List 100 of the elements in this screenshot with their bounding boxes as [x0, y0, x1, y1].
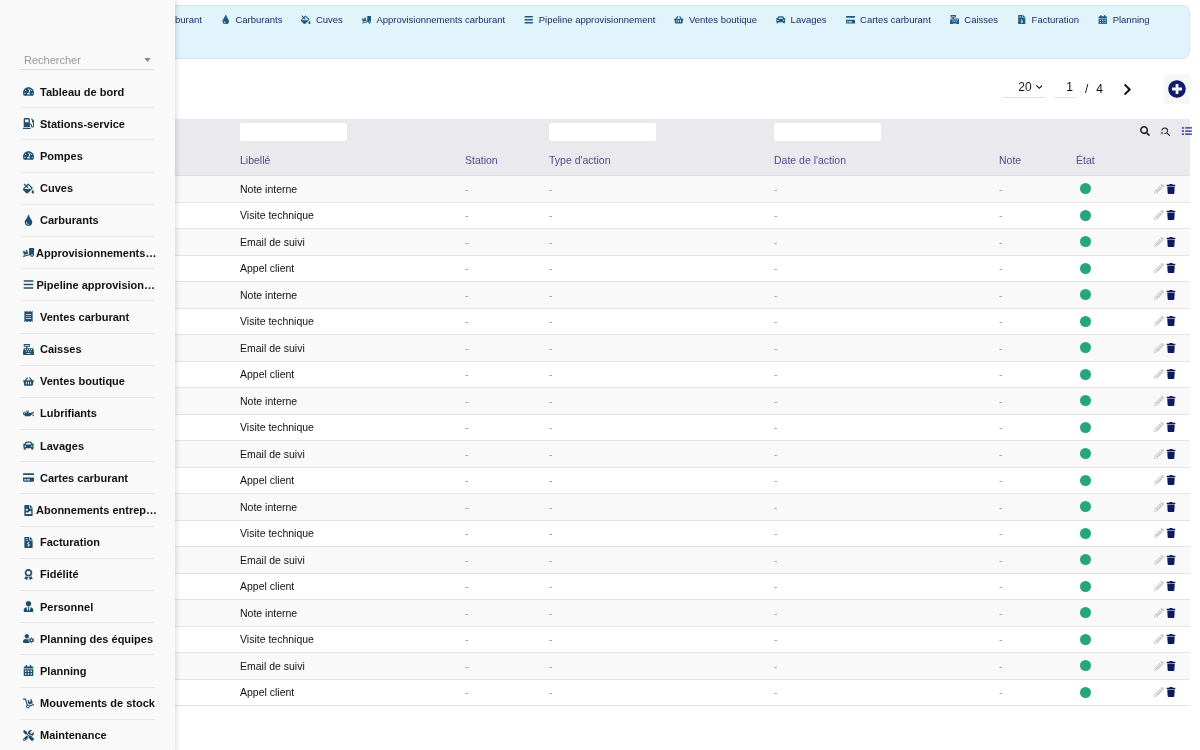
- table-cell-text: -: [774, 421, 779, 434]
- nav-link[interactable]: Facturation: [1017, 14, 1080, 25]
- trash-icon[interactable]: [1166, 395, 1176, 406]
- sidebar-item[interactable]: Tableau de bord: [20, 76, 155, 109]
- table-cell-text: -: [465, 553, 470, 566]
- status-dot: [1080, 554, 1091, 566]
- sidebar-item[interactable]: Caisses: [20, 333, 155, 366]
- nav-link[interactable]: Pipeline approvisionnement: [524, 14, 656, 25]
- sidebar-item[interactable]: Lubrifiants: [20, 397, 155, 431]
- table-cell-text: -: [465, 474, 470, 487]
- trash-icon[interactable]: [1166, 660, 1176, 671]
- sidebar-item[interactable]: Lavages: [20, 430, 155, 463]
- table-cell-text: Note interne: [240, 500, 299, 513]
- trash-icon[interactable]: [1166, 342, 1176, 353]
- trash-icon[interactable]: [1166, 581, 1176, 592]
- status-dot: [1080, 580, 1091, 592]
- trash-icon[interactable]: [1166, 422, 1176, 433]
- trash-icon[interactable]: [1166, 316, 1176, 327]
- trash-icon[interactable]: [1166, 448, 1176, 459]
- page-input[interactable]: 1: [1054, 80, 1077, 98]
- sidebar-item[interactable]: Pompes: [20, 140, 155, 173]
- table-cell-text: -: [999, 500, 1004, 513]
- sidebar-item[interactable]: Abonnements entrep…: [20, 494, 155, 527]
- search-off-icon[interactable]: [1160, 126, 1172, 138]
- sidebar-item[interactable]: Fidélité: [20, 558, 155, 591]
- trash-icon[interactable]: [1166, 475, 1176, 486]
- table-cell-text: Visite technique: [240, 315, 315, 328]
- trash-icon[interactable]: [1166, 501, 1176, 512]
- trash-icon[interactable]: [1166, 607, 1176, 618]
- table-cell-text: -: [549, 474, 554, 487]
- table-cell-text: -: [549, 209, 554, 222]
- table-cell-text: Appel client: [240, 580, 296, 593]
- nav-link[interactable]: Approvisionnements carburant: [361, 14, 506, 25]
- table-cell-text: -: [774, 447, 779, 460]
- column-header[interactable]: Note: [999, 154, 1076, 166]
- sidebar-item[interactable]: Planning: [20, 655, 155, 688]
- table-cell-text: -: [774, 686, 779, 699]
- menu-icon: [23, 279, 35, 291]
- sidebar-item[interactable]: Planning des équipes: [20, 623, 155, 656]
- table-cell-text: -: [549, 315, 554, 328]
- trash-icon[interactable]: [1166, 369, 1176, 380]
- sidebar-item[interactable]: Personnel: [20, 591, 155, 624]
- table-cell-text: -: [999, 394, 1004, 407]
- sidebar-item[interactable]: Carburants: [20, 204, 155, 237]
- status-dot: [1080, 660, 1091, 672]
- trash-icon[interactable]: [1166, 183, 1176, 194]
- nav-link[interactable]: Ventes boutique: [674, 14, 758, 25]
- trash-icon[interactable]: [1166, 634, 1176, 645]
- nav-link[interactable]: burant: [175, 14, 202, 25]
- page-size-select[interactable]: 20: [1002, 80, 1047, 98]
- sidebar-item[interactable]: Ventes carburant: [20, 301, 155, 334]
- column-header[interactable]: Type d'action: [549, 154, 774, 166]
- nav-link[interactable]: Caisses: [949, 14, 999, 25]
- sidebar-item[interactable]: Mouvements de stock: [20, 687, 155, 720]
- caret-icon: [144, 58, 151, 62]
- table-cell-text: -: [465, 394, 470, 407]
- trash-icon[interactable]: [1166, 687, 1176, 698]
- sidebar-item[interactable]: Stations-service: [20, 108, 155, 141]
- table-cell-text: -: [774, 553, 779, 566]
- table-cell-text: Email de suivi: [240, 659, 306, 672]
- sidebar-item[interactable]: Ventes boutique: [20, 365, 155, 398]
- column-header[interactable]: Date de l'action: [774, 154, 999, 166]
- table-cell-text: -: [774, 315, 779, 328]
- trash-icon[interactable]: [1166, 210, 1176, 221]
- sidebar-item[interactable]: Approvisionnements…: [20, 236, 155, 270]
- trash-icon[interactable]: [1166, 236, 1176, 247]
- paint-bucket-icon: [301, 14, 311, 25]
- sidebar-item[interactable]: Facturation: [20, 526, 155, 559]
- trash-icon[interactable]: [1166, 554, 1176, 565]
- trash-icon[interactable]: [1166, 263, 1176, 274]
- table-cell-text: -: [774, 368, 779, 381]
- column-header[interactable]: Libellé: [240, 154, 465, 166]
- search-field[interactable]: Rechercher: [20, 50, 155, 70]
- sidebar-item[interactable]: Cuves: [20, 172, 155, 205]
- nav-link[interactable]: Planning: [1098, 14, 1150, 25]
- nav-link[interactable]: Carburants: [220, 14, 283, 25]
- status-dot: [1080, 527, 1091, 539]
- column-header[interactable]: Station: [465, 154, 549, 166]
- table-cell-text: -: [465, 580, 470, 593]
- column-header[interactable]: État: [1076, 154, 1140, 166]
- sidebar-item[interactable]: Maintenance: [20, 719, 155, 750]
- status-dot: [1080, 421, 1091, 433]
- table-cell-text: -: [774, 606, 779, 619]
- add-button[interactable]: [1164, 74, 1190, 104]
- list-icon[interactable]: [1182, 126, 1192, 138]
- nav-link[interactable]: Lavages: [776, 14, 827, 25]
- trash-icon[interactable]: [1166, 528, 1176, 539]
- table-cell-text: -: [465, 447, 470, 460]
- nav-link[interactable]: Cuves: [301, 14, 343, 25]
- table-cell-text: -: [999, 315, 1004, 328]
- table-cell-text: -: [999, 606, 1004, 619]
- sidebar-item[interactable]: Pipeline approvision…: [20, 269, 155, 302]
- trash-icon[interactable]: [1166, 289, 1176, 300]
- sidebar-item[interactable]: Cartes carburant: [20, 462, 155, 495]
- document-icon: [23, 504, 34, 516]
- nav-link[interactable]: Cartes carburant: [845, 14, 931, 25]
- status-dot: [1080, 686, 1091, 698]
- search-icon[interactable]: [1140, 126, 1150, 138]
- table-cell-text: -: [549, 262, 554, 275]
- table-cell-text: -: [774, 633, 779, 646]
